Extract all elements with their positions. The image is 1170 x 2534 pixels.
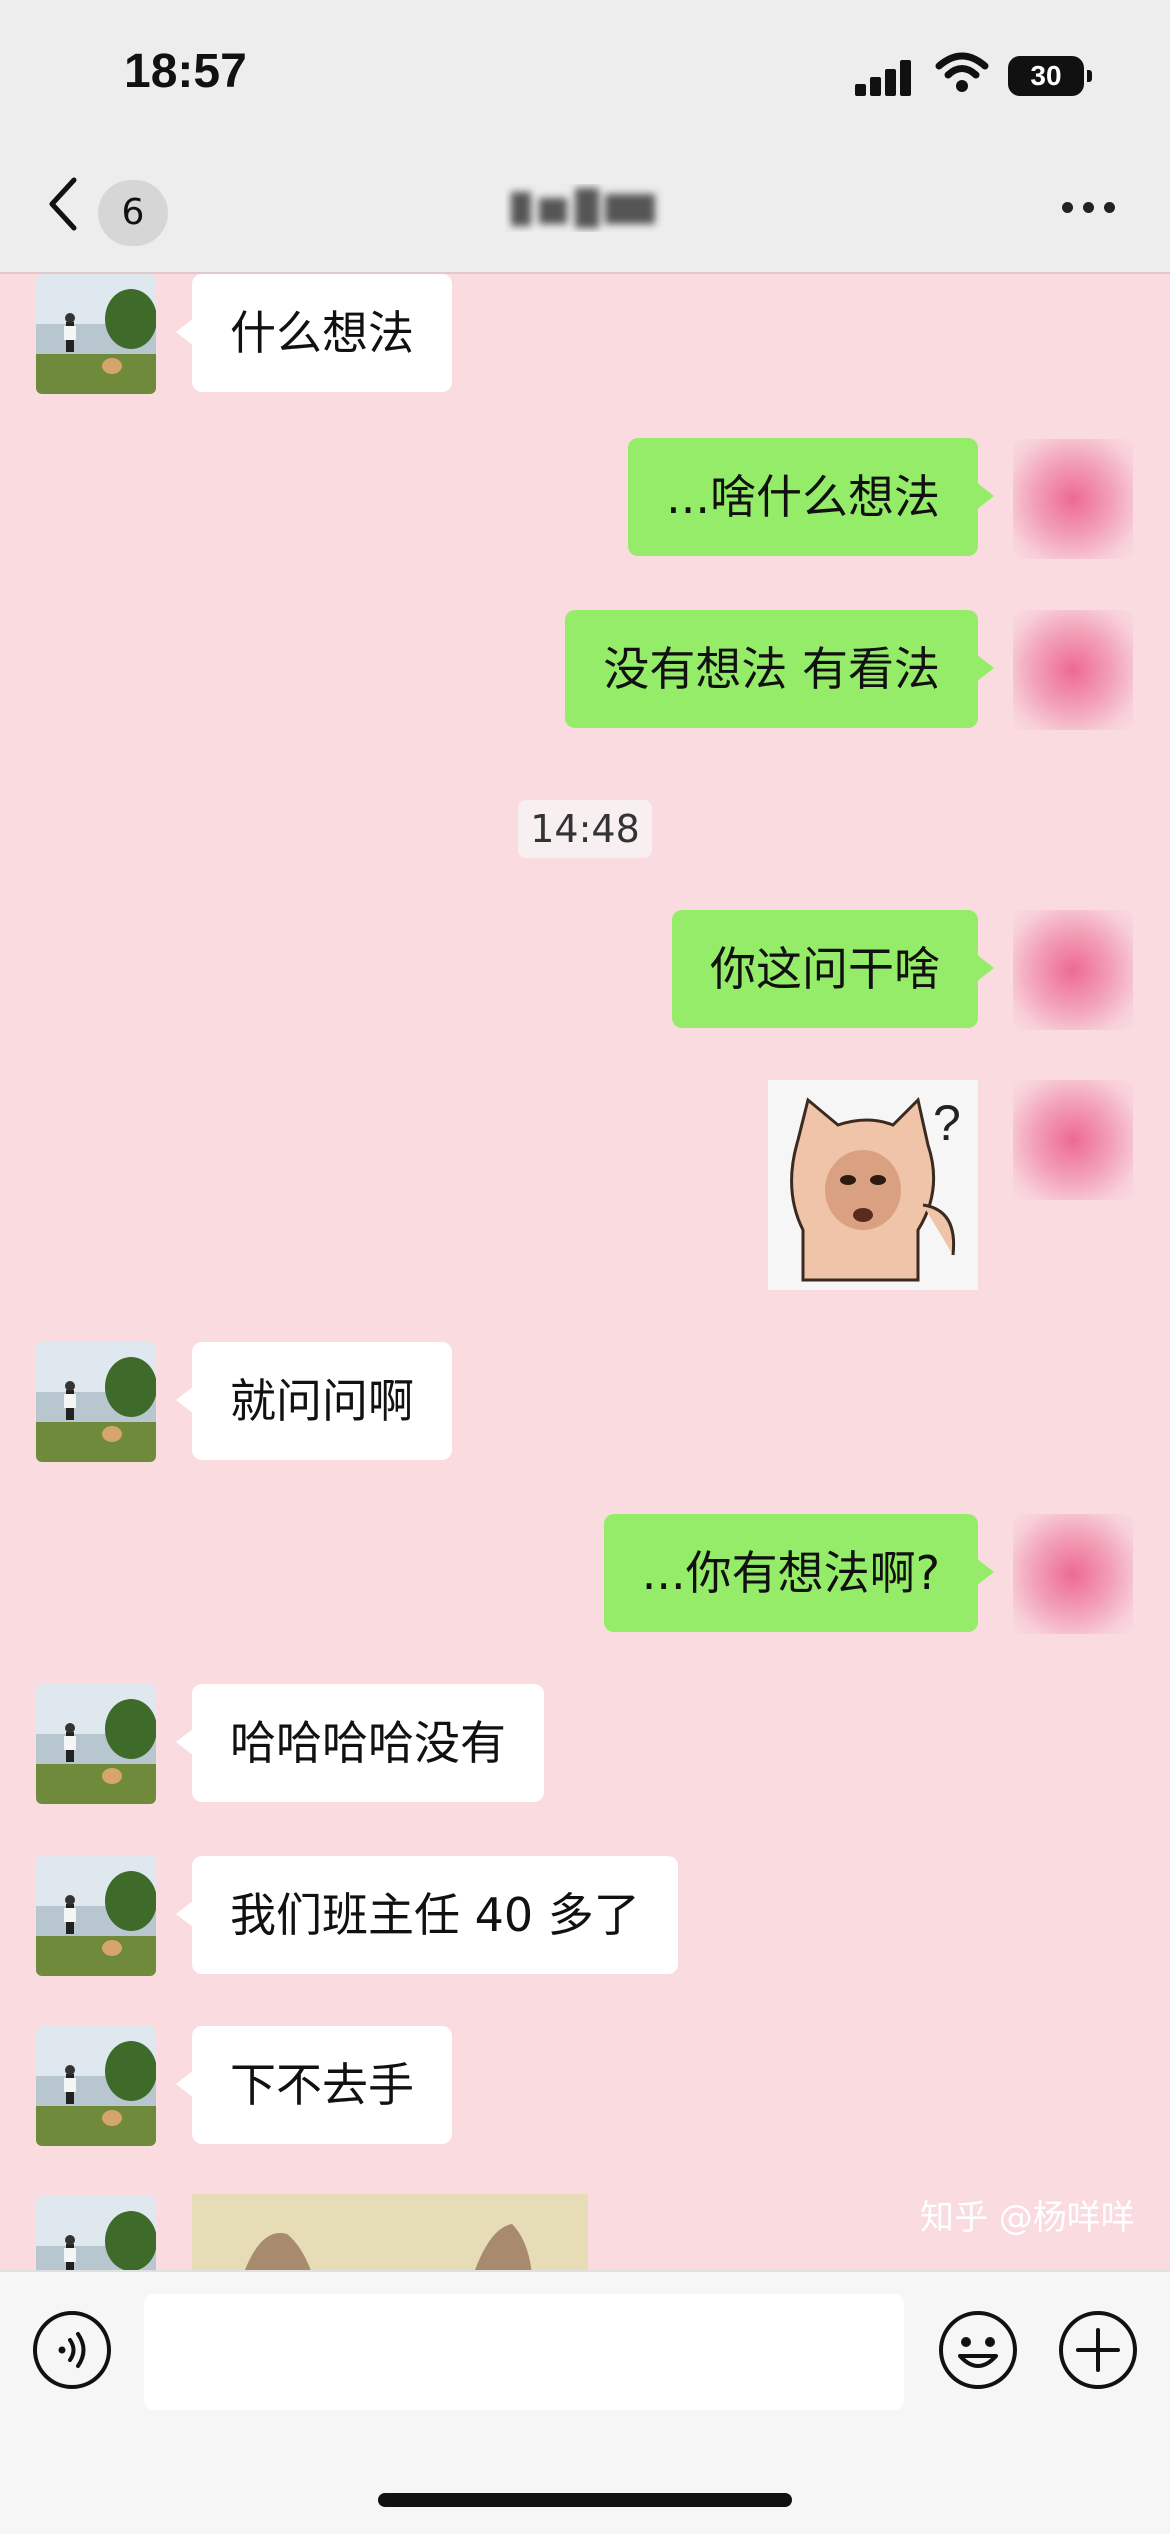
message-bubble-received[interactable]: 下不去手: [176, 2026, 452, 2144]
back-chevron-icon[interactable]: [40, 174, 84, 234]
zhihu-watermark: 知乎 @杨咩咩: [920, 2198, 1135, 2238]
add-more-icon[interactable]: [1058, 2310, 1138, 2390]
message-list[interactable]: 什么想法 ...啥什么想法 没有想法 有看法 14:48 你这问干啥 ? 就问问…: [0, 274, 1170, 2270]
message-bubble-received[interactable]: 什么想法: [176, 274, 452, 392]
contact-avatar[interactable]: [36, 1684, 156, 1804]
my-avatar[interactable]: [1013, 1080, 1133, 1200]
more-options-icon[interactable]: [1062, 202, 1116, 214]
message-bubble-received[interactable]: 就问问啊: [176, 1342, 452, 1460]
status-bar: 18:57 30: [0, 0, 1170, 150]
my-avatar[interactable]: [1013, 1514, 1133, 1634]
unread-count-badge[interactable]: 6: [98, 180, 168, 246]
blurred-contact-name: [511, 188, 655, 228]
question-bear-sticker[interactable]: ?: [768, 1080, 978, 1290]
wifi-icon: [935, 52, 989, 92]
message-bubble-sent[interactable]: 你这问干啥: [672, 910, 994, 1028]
svg-text:?: ?: [933, 1095, 961, 1151]
voice-input-icon[interactable]: [32, 2310, 112, 2390]
message-timestamp: 14:48: [518, 800, 652, 858]
cellular-signal-icon: [855, 58, 915, 96]
message-bubble-sent[interactable]: ...你有想法啊?: [603, 1514, 995, 1632]
battery-icon: 30: [1008, 56, 1084, 96]
my-avatar[interactable]: [1013, 610, 1133, 730]
contact-avatar[interactable]: [36, 2196, 156, 2270]
contact-avatar[interactable]: [36, 1342, 156, 1462]
message-bubble-received[interactable]: 哈哈哈哈没有: [176, 1684, 544, 1802]
my-avatar[interactable]: [1013, 439, 1133, 559]
emoji-icon[interactable]: [938, 2310, 1018, 2390]
contact-avatar[interactable]: [36, 274, 156, 394]
message-bubble-received[interactable]: 我们班主任 40 多了: [176, 1856, 678, 1974]
partial-photo[interactable]: [192, 2194, 588, 2270]
chat-header: 6: [0, 150, 1170, 274]
message-bubble-sent[interactable]: 没有想法 有看法: [565, 610, 994, 728]
contact-avatar[interactable]: [36, 2026, 156, 2146]
contact-avatar[interactable]: [36, 1856, 156, 1976]
my-avatar[interactable]: [1013, 910, 1133, 1030]
battery-tip: [1087, 70, 1092, 82]
status-time: 18:57: [124, 45, 247, 98]
message-bubble-sent[interactable]: ...啥什么想法: [628, 438, 994, 556]
home-indicator[interactable]: [378, 2493, 792, 2507]
message-input[interactable]: [144, 2294, 904, 2410]
